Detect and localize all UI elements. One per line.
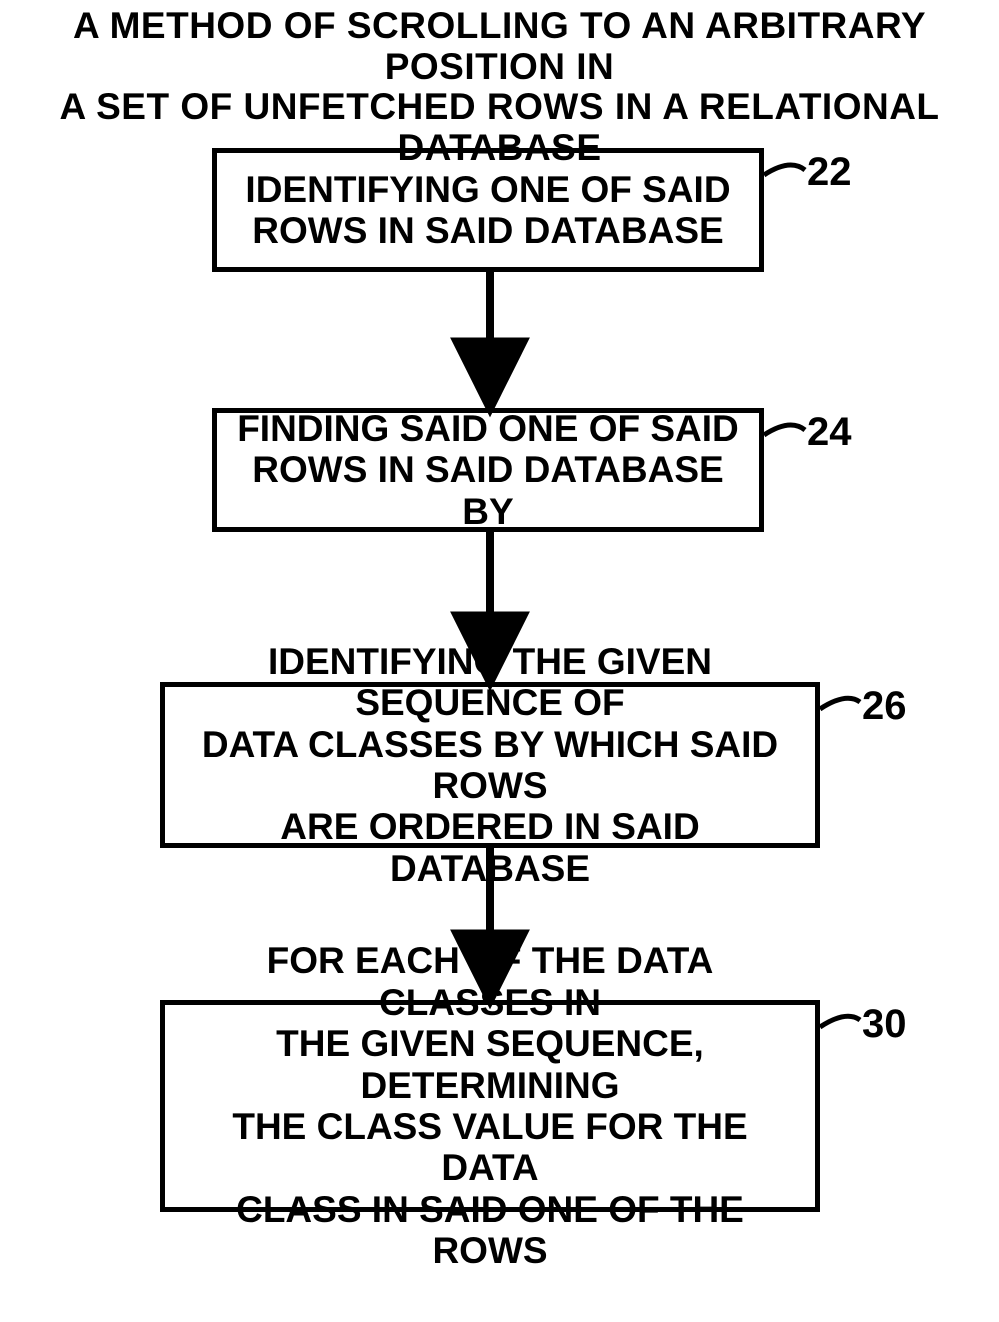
flow-box-22-text: IDENTIFYING ONE OF SAID ROWS IN SAID DAT… bbox=[245, 169, 730, 252]
ref-label-30: 30 bbox=[862, 1002, 907, 1047]
diagram-title: A METHOD OF SCROLLING TO AN ARBITRARY PO… bbox=[0, 6, 999, 169]
flow-box-24: FINDING SAID ONE OF SAID ROWS IN SAID DA… bbox=[212, 408, 764, 532]
step-30-line-4: CLASS IN SAID ONE OF THE ROWS bbox=[236, 1189, 744, 1271]
ref-label-22: 22 bbox=[807, 150, 852, 195]
ref-label-26: 26 bbox=[862, 684, 907, 729]
step-24-line-2: ROWS IN SAID DATABASE BY bbox=[252, 449, 723, 531]
step-30-line-1: FOR EACH OF THE DATA CLASSES IN bbox=[267, 940, 714, 1022]
flow-box-30: FOR EACH OF THE DATA CLASSES IN THE GIVE… bbox=[160, 1000, 820, 1212]
ref-label-24: 24 bbox=[807, 410, 852, 455]
step-30-line-2: THE GIVEN SEQUENCE, DETERMINING bbox=[276, 1023, 704, 1105]
step-24-line-1: FINDING SAID ONE OF SAID bbox=[237, 408, 739, 449]
step-26-line-2: DATA CLASSES BY WHICH SAID ROWS bbox=[202, 724, 778, 806]
flow-box-24-text: FINDING SAID ONE OF SAID ROWS IN SAID DA… bbox=[231, 408, 745, 532]
step-22-line-2: ROWS IN SAID DATABASE bbox=[252, 210, 723, 251]
step-26-line-3: ARE ORDERED IN SAID DATABASE bbox=[280, 806, 699, 888]
flow-box-26-text: IDENTIFYING THE GIVEN SEQUENCE OF DATA C… bbox=[179, 641, 801, 890]
step-22-line-1: IDENTIFYING ONE OF SAID bbox=[245, 169, 730, 210]
step-30-line-3: THE CLASS VALUE FOR THE DATA bbox=[232, 1106, 747, 1188]
flow-box-22: IDENTIFYING ONE OF SAID ROWS IN SAID DAT… bbox=[212, 148, 764, 272]
step-26-line-1: IDENTIFYING THE GIVEN SEQUENCE OF bbox=[268, 641, 712, 723]
flow-box-26: IDENTIFYING THE GIVEN SEQUENCE OF DATA C… bbox=[160, 682, 820, 848]
title-line-1: A METHOD OF SCROLLING TO AN ARBITRARY PO… bbox=[73, 5, 926, 87]
flow-box-30-text: FOR EACH OF THE DATA CLASSES IN THE GIVE… bbox=[179, 940, 801, 1272]
